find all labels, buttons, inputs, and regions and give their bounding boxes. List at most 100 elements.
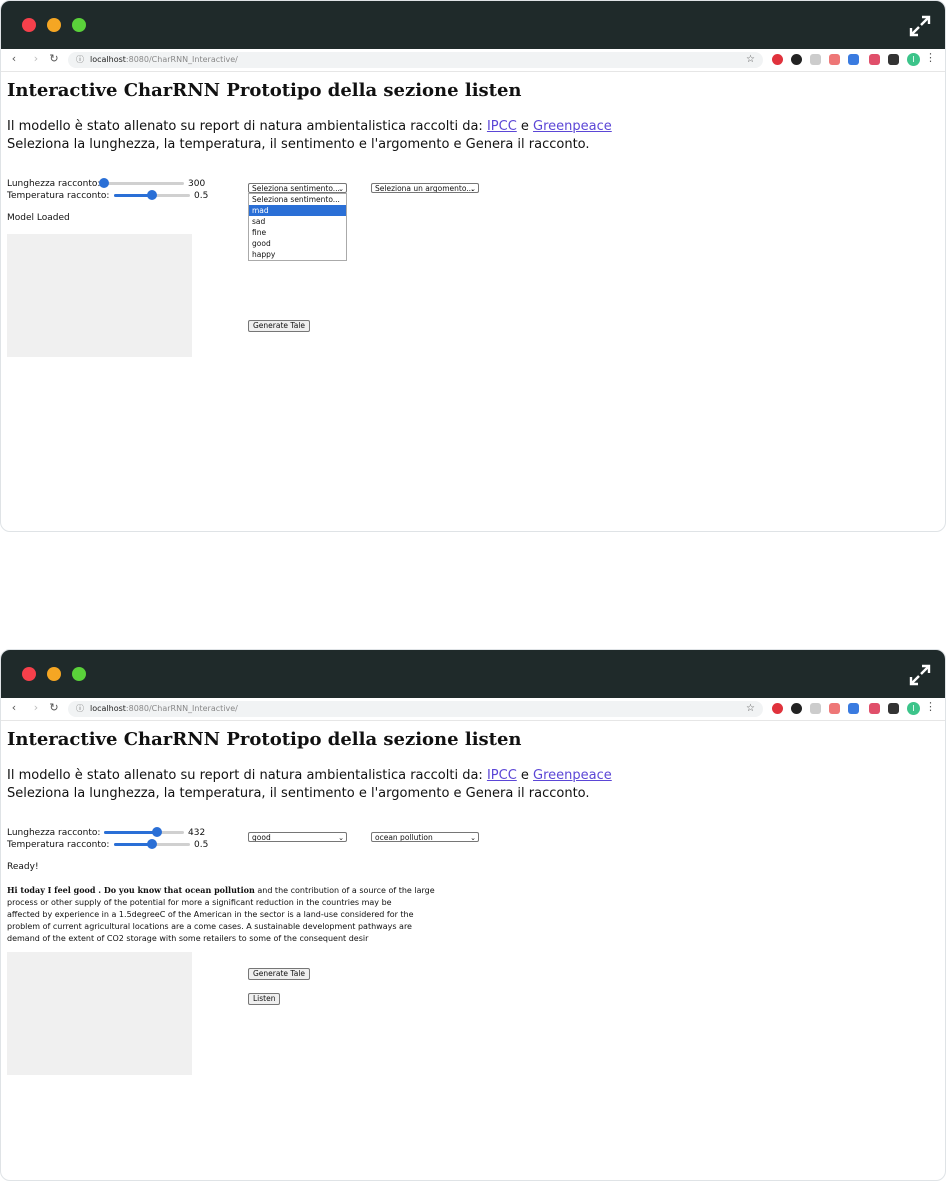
close-window-button[interactable]	[22, 18, 36, 32]
extension-icon[interactable]	[791, 54, 802, 65]
sentiment-option[interactable]: happy	[249, 249, 346, 260]
menu-dots-icon[interactable]: ⋮	[925, 700, 936, 713]
sentiment-select-value: good	[252, 833, 271, 842]
generate-tale-button[interactable]: Generate Tale	[248, 320, 311, 332]
sentiment-option[interactable]: good	[249, 238, 346, 249]
temperature-value: 0.5	[194, 840, 209, 850]
length-label: Lunghezza racconto:	[7, 179, 101, 189]
extension-icon[interactable]	[829, 703, 840, 714]
info-icon[interactable]: ⓘ	[76, 52, 84, 68]
sentiment-select[interactable]: Seleziona sentimento... ⌄	[248, 183, 347, 193]
minimize-window-button[interactable]	[47, 667, 61, 681]
star-icon[interactable]: ☆	[746, 52, 755, 68]
extension-icon[interactable]	[772, 54, 783, 65]
visualization-canvas	[7, 234, 192, 357]
topic-select-value: ocean pollution	[375, 833, 433, 842]
page-content: Interactive CharRNN Prototipo della sezi…	[1, 721, 945, 1180]
status-text: Model Loaded	[7, 213, 70, 223]
intro-line2: Seleziona la lunghezza, la temperatura, …	[7, 786, 590, 801]
sentiment-dropdown[interactable]: Seleziona sentimento... mad sad fine good hap…	[248, 193, 347, 261]
listen-button[interactable]: Listen	[248, 993, 281, 1005]
sentiment-option[interactable]: mad	[249, 205, 346, 216]
story-lead: Hi today I feel good . Do you know that …	[7, 885, 255, 895]
chevron-down-icon: ⌄	[338, 834, 344, 842]
address-bar[interactable]: ⓘ localhost:8080/CharRNN_Interactive/ ☆	[68, 52, 763, 68]
extension-icon[interactable]	[810, 703, 821, 714]
story-line: demand of the extent of CO2 storage with…	[7, 934, 369, 943]
expand-icon[interactable]	[909, 15, 931, 37]
browser-toolbar: ‹ › ↻ ⓘ localhost:8080/CharRNN_Interacti…	[1, 698, 945, 721]
temperature-slider[interactable]	[114, 189, 190, 201]
menu-dots-icon[interactable]: ⋮	[925, 51, 936, 64]
story-line: affected by experience in a 1.5degreeC o…	[7, 910, 414, 919]
length-value: 432	[188, 828, 206, 838]
chevron-right-icon[interactable]: ›	[29, 52, 43, 66]
chevron-left-icon[interactable]: ‹	[7, 52, 21, 66]
extension-icon[interactable]	[869, 54, 880, 65]
minimize-window-button[interactable]	[47, 18, 61, 32]
browser-window-2: ‹ › ↻ ⓘ localhost:8080/CharRNN_Interacti…	[0, 649, 946, 1181]
chevron-right-icon[interactable]: ›	[29, 701, 43, 715]
intro-prefix: Il modello è stato allenato su report di…	[7, 119, 487, 134]
page-content: Interactive CharRNN Prototipo della sezi…	[1, 72, 945, 531]
browser-toolbar: ‹ › ↻ ⓘ localhost:8080/CharRNN_Interacti…	[1, 49, 945, 72]
info-icon[interactable]: ⓘ	[76, 701, 84, 717]
topic-select[interactable]: ocean pollution ⌄	[371, 832, 479, 842]
topic-select-value: Seleziona un argomento...	[375, 184, 474, 193]
url-host: localhost	[90, 704, 126, 713]
intro-conj: e	[516, 119, 534, 134]
temperature-value: 0.5	[194, 191, 209, 201]
puzzle-icon[interactable]	[888, 703, 899, 714]
page-title: Interactive CharRNN Prototipo della sezi…	[7, 729, 522, 750]
reload-icon[interactable]: ↻	[47, 52, 61, 66]
puzzle-icon[interactable]	[888, 54, 899, 65]
chevron-down-icon: ⌄	[338, 185, 344, 193]
url-host: localhost	[90, 55, 126, 64]
extension-icon[interactable]	[810, 54, 821, 65]
url-path: :8080/CharRNN_Interactive/	[125, 55, 238, 64]
sentiment-select-value: Seleziona sentimento...	[252, 184, 340, 193]
sentiment-option[interactable]: fine	[249, 227, 346, 238]
sentiment-option[interactable]: Seleziona sentimento...	[249, 194, 346, 205]
length-slider[interactable]	[104, 826, 184, 838]
title-bar	[1, 650, 945, 698]
generate-tale-button[interactable]: Generate Tale	[248, 968, 311, 980]
extension-icon[interactable]	[772, 703, 783, 714]
extension-icon[interactable]	[848, 703, 859, 714]
temperature-slider[interactable]	[114, 838, 190, 850]
avatar[interactable]: I	[907, 53, 920, 66]
maximize-window-button[interactable]	[72, 667, 86, 681]
intro-conj: e	[516, 768, 534, 783]
temperature-label: Temperatura racconto:	[7, 191, 110, 201]
ipcc-link[interactable]: IPCC	[487, 119, 517, 134]
extension-icon[interactable]	[829, 54, 840, 65]
sentiment-select[interactable]: good ⌄	[248, 832, 347, 842]
status-text: Ready!	[7, 862, 39, 872]
sentiment-option[interactable]: sad	[249, 216, 346, 227]
temperature-label: Temperatura racconto:	[7, 840, 110, 850]
topic-select[interactable]: Seleziona un argomento... ⌄	[371, 183, 479, 193]
length-label: Lunghezza racconto:	[7, 828, 101, 838]
greenpeace-link[interactable]: Greenpeace	[533, 768, 612, 783]
reload-icon[interactable]: ↻	[47, 701, 61, 715]
extension-icon[interactable]	[869, 703, 880, 714]
visualization-canvas	[7, 952, 192, 1075]
expand-icon[interactable]	[909, 664, 931, 686]
story-line: process or other supply of the potential…	[7, 898, 392, 907]
greenpeace-link[interactable]: Greenpeace	[533, 119, 612, 134]
address-bar[interactable]: ⓘ localhost:8080/CharRNN_Interactive/ ☆	[68, 701, 763, 717]
extension-icon[interactable]	[791, 703, 802, 714]
close-window-button[interactable]	[22, 667, 36, 681]
ipcc-link[interactable]: IPCC	[487, 768, 517, 783]
browser-window-1: ‹ › ↻ ⓘ localhost:8080/CharRNN_Interacti…	[0, 0, 946, 532]
maximize-window-button[interactable]	[72, 18, 86, 32]
avatar[interactable]: I	[907, 702, 920, 715]
star-icon[interactable]: ☆	[746, 701, 755, 717]
url-path: :8080/CharRNN_Interactive/	[125, 704, 238, 713]
chevron-down-icon: ⌄	[470, 185, 476, 193]
generated-story: Hi today I feel good . Do you know that …	[7, 884, 435, 945]
extension-icon[interactable]	[848, 54, 859, 65]
length-slider[interactable]	[99, 177, 184, 189]
intro-prefix: Il modello è stato allenato su report di…	[7, 768, 487, 783]
chevron-left-icon[interactable]: ‹	[7, 701, 21, 715]
